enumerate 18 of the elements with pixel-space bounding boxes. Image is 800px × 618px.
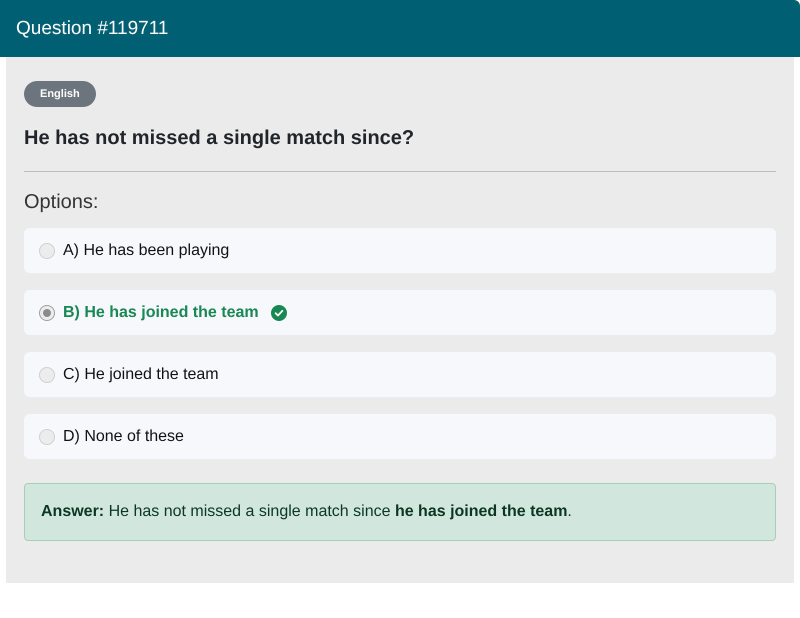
options-heading: Options:	[24, 190, 100, 214]
option-label: C) He joined the team	[63, 366, 219, 384]
option-label: B) He has joined the team	[63, 304, 259, 322]
check-circle-icon	[270, 304, 287, 320]
radio-button[interactable]	[39, 366, 55, 382]
radio-button[interactable]	[39, 242, 55, 258]
option-row[interactable]: D) None of these	[24, 414, 776, 459]
answer-text: Answer: He has not missed a single match since he has joined the team.	[41, 503, 573, 521]
radio-button[interactable]	[39, 428, 55, 444]
question-text: He has not missed a single match since?	[24, 126, 416, 151]
option-row[interactable]: B) He has joined the team	[24, 290, 776, 335]
question-title: Question #119711	[16, 18, 168, 40]
language-tag: English	[24, 81, 96, 107]
radio-button[interactable]	[39, 304, 55, 320]
option-label: D) None of these	[63, 428, 184, 446]
option-row[interactable]: A) He has been playing	[24, 228, 776, 273]
option-label: A) He has been playing	[63, 242, 230, 260]
option-row[interactable]: C) He joined the team	[24, 352, 776, 397]
